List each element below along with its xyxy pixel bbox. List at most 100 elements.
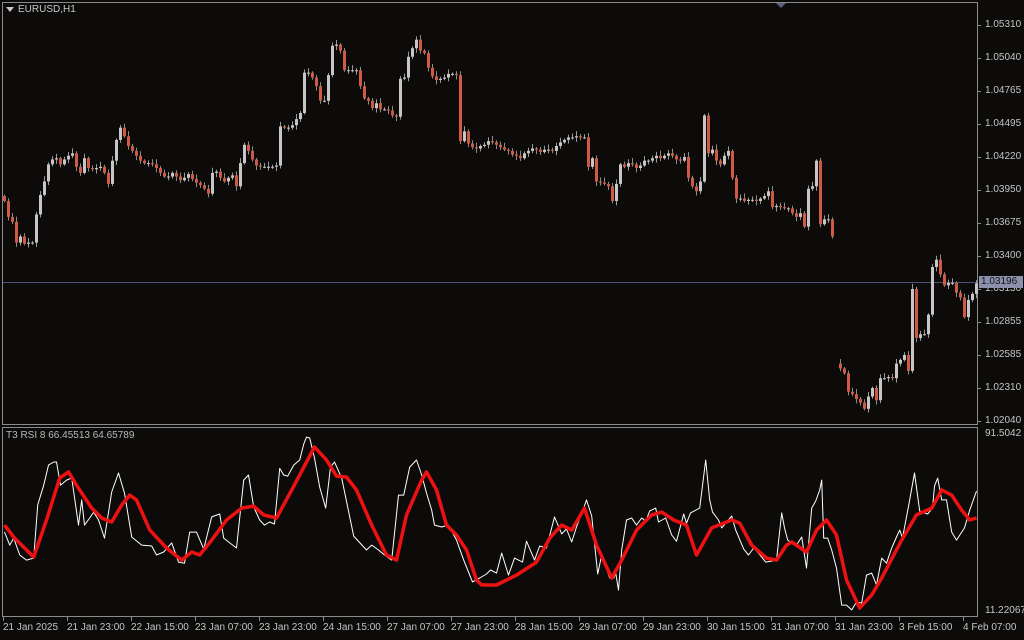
candle-bull	[351, 70, 354, 72]
candle-bear	[75, 153, 78, 167]
candle-bull	[927, 314, 930, 335]
candle-bear	[959, 292, 962, 298]
price-axis-label: 1.04220	[985, 151, 1022, 162]
candle-bear	[595, 158, 598, 182]
main-panel-frame	[2, 2, 978, 425]
candle-bear	[603, 182, 606, 184]
candle-bear	[255, 159, 258, 166]
candle-bull	[727, 150, 730, 156]
time-axis-ticks	[3, 617, 964, 621]
candle-bull	[639, 165, 642, 168]
candle-bull	[559, 142, 562, 146]
candle-bear	[891, 377, 894, 379]
price-axis-label: 1.02040	[985, 415, 1022, 426]
indicator-max-label: 91.5042	[985, 428, 1022, 439]
candle-bull	[47, 164, 50, 182]
chart-title[interactable]: EURUSD,H1	[6, 4, 76, 15]
candle-bull	[411, 48, 414, 57]
symbol-timeframe-label: EURUSD,H1	[18, 4, 76, 15]
candle-bull	[335, 44, 338, 46]
candle-bear	[519, 155, 522, 159]
candle-bear	[367, 98, 370, 101]
time-axis-label: 31 Jan 23:00	[835, 622, 893, 633]
candle-bear	[691, 177, 694, 187]
price-axis-label: 1.03675	[985, 217, 1022, 228]
candle-bull	[547, 149, 550, 151]
candle-bear	[491, 141, 494, 143]
candle-bear	[819, 160, 822, 225]
candle-bull	[763, 196, 766, 199]
candle-bear	[151, 163, 154, 165]
candle-bear	[795, 213, 798, 217]
candle-bull	[43, 181, 46, 195]
candle-bull	[583, 137, 586, 139]
candle-bear	[847, 373, 850, 392]
candle-bull	[447, 73, 450, 78]
candle-bear	[391, 110, 394, 116]
candle-bear	[843, 368, 846, 374]
candle-bear	[251, 150, 254, 160]
candle-bear	[467, 131, 470, 144]
candle-bull	[919, 334, 922, 338]
chart-shift-marker-icon[interactable]	[776, 3, 786, 8]
candle-bull	[243, 144, 246, 164]
candle-bull	[67, 155, 70, 160]
candle-bull	[787, 208, 790, 210]
candle-bear	[123, 127, 126, 137]
candle-bear	[379, 103, 382, 110]
candle-bull	[567, 137, 570, 140]
candle-bear	[939, 259, 942, 275]
candle-bear	[859, 399, 862, 403]
candle-bear	[855, 394, 858, 399]
candle-bull	[399, 78, 402, 117]
candle-bear	[311, 72, 314, 78]
candle-bear	[671, 153, 674, 156]
candle-bull	[35, 214, 38, 243]
candle-bull	[279, 126, 282, 166]
candle-bull	[711, 149, 714, 154]
candle-bull	[115, 139, 118, 161]
dropdown-triangle-icon[interactable]	[6, 7, 14, 12]
candle-bull	[287, 127, 290, 129]
candle-bull	[267, 166, 270, 168]
candle-bear	[191, 174, 194, 179]
candle-bull	[355, 70, 358, 72]
candle-bear	[551, 149, 554, 151]
candle-bull	[931, 267, 934, 315]
time-axis-label: 29 Jan 07:00	[579, 622, 637, 633]
candle-bull	[531, 148, 534, 151]
time-axis-label: 21 Jan 2025	[3, 622, 59, 633]
candle-bear	[779, 205, 782, 208]
candle-bear	[143, 160, 146, 164]
candle-bull	[111, 160, 114, 184]
candle-bear	[731, 150, 734, 178]
candle-bull	[647, 160, 650, 162]
candle-bear	[803, 213, 806, 227]
candle-bull	[867, 396, 870, 409]
candle-bull	[239, 163, 242, 187]
candle-bull	[947, 282, 950, 286]
chart-canvas[interactable]	[0, 0, 1024, 640]
candle-bear	[839, 363, 842, 369]
candle-bear	[3, 196, 6, 201]
candle-bear	[91, 168, 94, 170]
time-axis-label: 29 Jan 23:00	[643, 622, 701, 633]
candles-group	[3, 35, 978, 413]
candle-bear	[139, 155, 142, 161]
indicator-title: T3 RSI 8 66.45513 64.65789	[6, 430, 135, 441]
candle-bull	[643, 160, 646, 166]
candle-bear	[659, 155, 662, 159]
candle-bear	[535, 148, 538, 150]
candle-bear	[607, 183, 610, 187]
price-axis-label: 1.02585	[985, 349, 1022, 360]
candle-bull	[327, 75, 330, 101]
candle-bear	[503, 147, 506, 150]
candle-bear	[755, 199, 758, 201]
candle-bear	[715, 149, 718, 161]
candle-bear	[319, 86, 322, 101]
candle-bear	[851, 391, 854, 395]
candle-bear	[587, 137, 590, 167]
price-axis-label: 1.03950	[985, 184, 1022, 195]
time-axis-label: 30 Jan 15:00	[707, 622, 765, 633]
candle-bear	[623, 164, 626, 167]
